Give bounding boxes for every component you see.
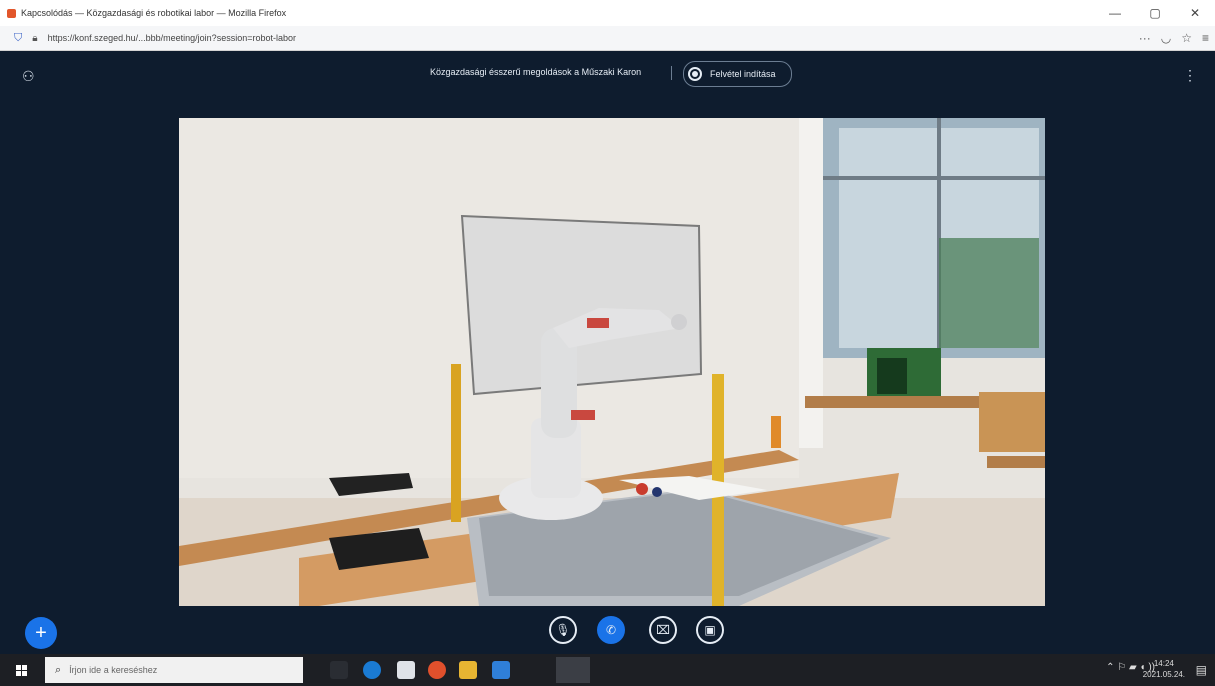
firefox-favicon-icon [7,8,16,18]
notification-icon[interactable]: ▤ [1196,663,1207,677]
search-icon: ⌕ [55,663,62,676]
meeting-area: ⚇ Közgazdasági ésszerű megoldások a Műsz… [0,51,1215,654]
pocket-icon[interactable]: ◡ [1161,31,1171,45]
clock-time: 14:24 [1153,659,1174,668]
address-bar: ⛉ 🔒︎ https://konf.szeged.hu/...bbb/meeti… [0,26,1215,51]
screen-share-icon: ▣ [704,623,716,637]
clock[interactable]: 14:24 2021.05.24. [1143,658,1185,680]
share-webcam-button[interactable]: ⌧ [649,616,677,644]
file-explorer-icon[interactable] [459,661,477,679]
window-title: Kapcsolódás — Közgazdasági és robotikai … [21,8,287,18]
menu-icon[interactable]: ≡ [1202,31,1209,45]
video-feed [179,118,1045,606]
app-icon-blue[interactable] [492,661,510,679]
options-menu-icon[interactable]: ⋮ [1183,67,1197,84]
record-label: Felvétel indítása [710,69,776,79]
firefox-taskbar-icon[interactable] [556,657,590,683]
camera-off-icon: ⌧ [656,623,670,637]
edge-browser-icon[interactable] [363,661,381,679]
microphone-off-icon: 🎙︎ [555,623,571,637]
phone-icon: ✆ [605,623,617,637]
shield-icon[interactable]: ⛉ [14,32,22,45]
title-divider [671,66,672,80]
star-icon[interactable]: ☆ [1181,31,1192,45]
share-screen-button[interactable]: ▣ [696,616,724,644]
clock-date: 2021.05.24. [1142,670,1185,679]
record-button[interactable]: Felvétel indítása [683,61,792,87]
search-placeholder: Írjon ide a kereséshez [69,665,158,675]
taskbar-search[interactable]: ⌕ Írjon ide a kereséshez [45,657,303,683]
actions-plus-button[interactable]: + [25,617,57,649]
record-icon [688,67,702,81]
minimize-button[interactable]: — [1095,0,1135,26]
maximize-button[interactable]: ▢ [1135,0,1175,26]
meeting-title: Közgazdasági ésszerű megoldások a Műszak… [430,67,642,77]
store-icon[interactable] [397,661,415,679]
windows-start-icon[interactable] [16,665,27,676]
page-actions-icon[interactable]: ··· [1139,31,1151,45]
webcam-scene [179,118,1045,606]
close-button[interactable]: ✕ [1175,0,1215,26]
app-icon-orange[interactable] [428,661,446,679]
browser-toolbar: ··· ◡ ☆ ≡ [1139,26,1209,50]
url-field[interactable]: https://konf.szeged.hu/...bbb/meeting/jo… [48,33,296,43]
users-icon[interactable]: ⚇ [22,68,35,85]
leave-audio-button[interactable]: ✆ [597,616,625,644]
browser-titlebar: Kapcsolódás — Közgazdasági és robotikai … [0,0,1215,26]
lock-icon[interactable]: 🔒︎ [32,33,37,44]
mute-microphone-button[interactable]: 🎙︎ [549,616,577,644]
task-view-icon[interactable] [330,661,348,679]
taskbar: ⌕ Írjon ide a kereséshez ⌃ ⚐ ▰ ◖ )) 14:2… [0,654,1215,686]
window-controls: — ▢ ✕ [1095,0,1215,26]
